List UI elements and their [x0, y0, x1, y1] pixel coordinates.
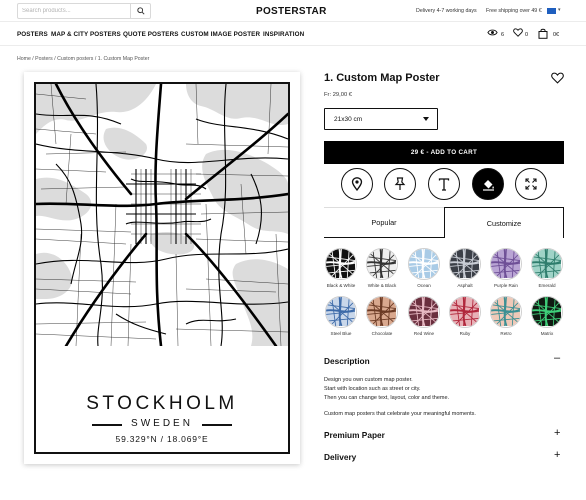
- poster-border: STOCKHOLM SWEDEN 59.329°N / 18.069°E: [34, 82, 290, 454]
- nav-item-quote-posters[interactable]: QUOTE POSTERS: [123, 31, 179, 38]
- theme-color-button[interactable]: [472, 168, 504, 200]
- theme-swatch-map-icon: [367, 249, 396, 278]
- theme-swatch-map-icon: [367, 297, 396, 326]
- theme-swatch[interactable]: [366, 296, 398, 328]
- city-map-image: [36, 84, 288, 346]
- tab-popular[interactable]: Popular: [324, 207, 444, 238]
- site-logo[interactable]: POSTERSTAR: [256, 6, 327, 17]
- theme-swatch-label: Matrix: [540, 331, 554, 336]
- description-heading[interactable]: Description: [324, 356, 370, 366]
- theme-swatch[interactable]: [449, 248, 481, 280]
- premium-paper-heading[interactable]: Premium Paper: [324, 430, 385, 440]
- nav-item-map-city-posters[interactable]: MAP & CITY POSTERS: [51, 31, 121, 38]
- top-bar: POSTERSTAR Delivery 4-7 working days Fre…: [0, 0, 586, 22]
- poster-country-row: SWEDEN: [36, 418, 288, 430]
- product-title: 1. Custom Map Poster: [324, 72, 440, 84]
- theme-swatch-map-icon: [450, 249, 479, 278]
- theme-swatch[interactable]: [490, 296, 522, 328]
- add-to-cart-button[interactable]: 29 € - ADD TO CART: [324, 141, 564, 164]
- theme-swatch[interactable]: [490, 248, 522, 280]
- divider-line: [202, 424, 232, 426]
- theme-swatch-map-icon: [326, 297, 355, 326]
- collapse-icon[interactable]: –: [554, 353, 560, 364]
- product-price: Fr: 29,00 €: [324, 92, 353, 98]
- description-line: Design you own custom map poster.: [324, 377, 413, 383]
- shopping-bag-icon[interactable]: [538, 28, 548, 39]
- cart-total: 0€: [553, 32, 560, 38]
- nav-item-posters[interactable]: POSTERS: [17, 31, 48, 38]
- expand-plus-icon[interactable]: +: [554, 428, 560, 439]
- theme-swatch[interactable]: [449, 296, 481, 328]
- theme-swatch-map-icon: [450, 297, 479, 326]
- main-nav: POSTERS MAP & CITY POSTERS QUOTE POSTERS…: [0, 22, 586, 46]
- theme-swatch-map-icon: [326, 249, 355, 278]
- expand-icon: [525, 178, 537, 190]
- chevron-down-icon[interactable]: ▾: [558, 7, 561, 13]
- views-count: 6: [501, 32, 505, 38]
- wishlist-count: 0: [525, 32, 529, 38]
- breadcrumb[interactable]: Home / Posters / Custom posters / 1. Cus…: [17, 56, 149, 62]
- paint-bucket-icon: [482, 179, 494, 191]
- theme-swatch[interactable]: [531, 296, 563, 328]
- chevron-down-icon: [423, 117, 429, 121]
- shipping-note: Free shipping over 49 €: [486, 8, 542, 14]
- location-button[interactable]: [341, 168, 373, 200]
- description-tagline: Custom map posters that celebrate your m…: [324, 411, 476, 417]
- push-pin-icon: [394, 177, 406, 190]
- flag-icon[interactable]: [547, 8, 556, 14]
- description-line: Start with location such as street or ci…: [324, 386, 421, 392]
- search-icon: [136, 7, 145, 15]
- heart-icon[interactable]: [513, 28, 523, 37]
- description-line: Then you can change text, layout, color …: [324, 395, 450, 401]
- layout-button[interactable]: [515, 168, 547, 200]
- theme-swatch-map-icon: [409, 297, 438, 326]
- delivery-note: Delivery 4-7 working days: [416, 8, 477, 14]
- theme-swatch[interactable]: [366, 248, 398, 280]
- theme-swatch[interactable]: [531, 248, 563, 280]
- poster-country: SWEDEN: [131, 418, 193, 429]
- theme-swatch-map-icon: [532, 297, 561, 326]
- poster-preview: STOCKHOLM SWEDEN 59.329°N / 18.069°E: [24, 72, 300, 464]
- nav-item-custom-image-poster[interactable]: CUSTOM IMAGE POSTER: [181, 31, 260, 38]
- theme-swatch[interactable]: [325, 296, 357, 328]
- search-button[interactable]: [130, 4, 150, 18]
- search-box: [17, 3, 151, 19]
- theme-swatch-map-icon: [409, 249, 438, 278]
- map-pin-icon: [351, 177, 363, 191]
- theme-swatch[interactable]: [408, 248, 440, 280]
- text-button[interactable]: [428, 168, 460, 200]
- theme-swatch-map-icon: [491, 297, 520, 326]
- theme-swatch[interactable]: [325, 248, 357, 280]
- nav-item-inspiration[interactable]: INSPIRATION: [263, 31, 304, 38]
- search-input[interactable]: [18, 4, 130, 18]
- text-icon: [438, 177, 450, 191]
- poster-city-name: STOCKHOLM: [86, 393, 238, 414]
- tab-customize[interactable]: Customize: [444, 207, 564, 238]
- marker-button[interactable]: [384, 168, 416, 200]
- eye-icon[interactable]: [487, 28, 498, 37]
- heart-icon[interactable]: [551, 72, 564, 84]
- poster-coordinates: 59.329°N / 18.069°E: [115, 434, 209, 444]
- theme-swatch-map-icon: [532, 249, 561, 278]
- theme-swatch-label: Emerald: [538, 283, 556, 288]
- size-selected-value: 21x30 cm: [334, 116, 363, 123]
- delivery-heading[interactable]: Delivery: [324, 452, 356, 462]
- theme-swatch-map-icon: [491, 249, 520, 278]
- theme-swatch[interactable]: [408, 296, 440, 328]
- size-dropdown[interactable]: 21x30 cm: [324, 108, 438, 130]
- expand-plus-icon[interactable]: +: [554, 450, 560, 461]
